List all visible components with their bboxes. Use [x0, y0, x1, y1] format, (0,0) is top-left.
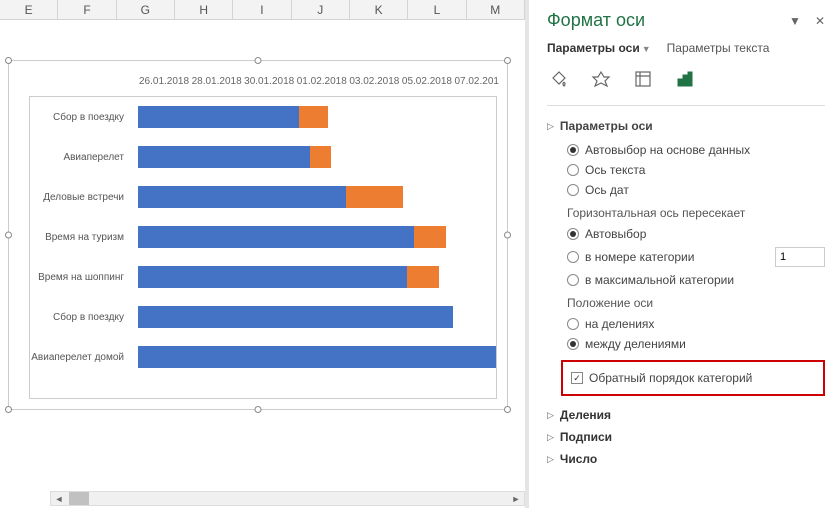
highlight-annotation: ✓ Обратный порядок категорий: [561, 360, 825, 396]
x-tick-label: 30.01.2018: [244, 76, 297, 87]
resize-handle[interactable]: [504, 232, 511, 239]
scroll-left-icon[interactable]: ◄: [51, 492, 67, 505]
chart-bar-row: Время на туризм: [30, 217, 496, 257]
col-header[interactable]: M: [467, 0, 525, 19]
resize-handle[interactable]: [504, 57, 511, 64]
format-axis-pane: Формат оси ▼ ✕ Параметры оси▼ Параметры …: [529, 0, 839, 508]
resize-handle[interactable]: [504, 406, 511, 413]
col-header[interactable]: I: [233, 0, 291, 19]
axis-options-icon[interactable]: [673, 67, 697, 91]
chart-bar-row: Деловые встречи: [30, 177, 496, 217]
category-number-input[interactable]: [775, 247, 825, 267]
tab-text-options[interactable]: Параметры текста: [667, 41, 770, 55]
col-header[interactable]: E: [0, 0, 58, 19]
category-label: Деловые встречи: [30, 192, 130, 203]
scroll-thumb[interactable]: [69, 492, 89, 505]
col-header[interactable]: L: [408, 0, 466, 19]
effects-icon[interactable]: [589, 67, 613, 91]
col-header[interactable]: H: [175, 0, 233, 19]
section-ticks[interactable]: ▷Деления: [547, 404, 825, 426]
category-label: Время на туризм: [30, 232, 130, 243]
x-tick-label: 01.02.2018: [297, 76, 350, 87]
resize-handle[interactable]: [5, 232, 12, 239]
section-number[interactable]: ▷Число: [547, 448, 825, 470]
tab-axis-options[interactable]: Параметры оси▼: [547, 41, 651, 55]
section-labels[interactable]: ▷Подписи: [547, 426, 825, 448]
radio-crosses-auto[interactable]: Автовыбор: [567, 224, 825, 244]
close-icon[interactable]: ✕: [815, 14, 825, 28]
col-header[interactable]: K: [350, 0, 408, 19]
chart-bar-row: Сбор в поездку: [30, 97, 496, 137]
checkbox-reverse-order[interactable]: ✓ Обратный порядок категорий: [571, 368, 815, 388]
radio-pos-between[interactable]: между делениями: [567, 334, 825, 354]
chart-bar-row: Авиаперелет домой: [30, 337, 496, 377]
fill-icon[interactable]: [547, 67, 571, 91]
horizontal-scrollbar[interactable]: ◄ ►: [50, 491, 525, 506]
checkmark-icon: ✓: [571, 372, 583, 384]
radio-crosses-max[interactable]: в максимальной категории: [567, 270, 825, 290]
chart-object[interactable]: 26.01.2018 28.01.2018 30.01.2018 01.02.2…: [8, 60, 508, 410]
x-tick-label: 07.02.201: [454, 76, 507, 87]
category-label: Сбор в поездку: [30, 312, 130, 323]
chart-x-axis[interactable]: 26.01.2018 28.01.2018 30.01.2018 01.02.2…: [139, 76, 507, 87]
scroll-right-icon[interactable]: ►: [508, 492, 524, 505]
section-axis-options[interactable]: ▷ Параметры оси: [547, 116, 825, 136]
pane-title: Формат оси: [547, 10, 645, 31]
pane-toolbar: [547, 67, 825, 97]
category-label: Сбор в поездку: [30, 112, 130, 123]
resize-handle[interactable]: [5, 406, 12, 413]
pane-options-icon[interactable]: ▼: [789, 14, 801, 28]
radio-crosses-category[interactable]: в номере категории: [567, 244, 825, 270]
radio-axis-text[interactable]: Ось текста: [567, 160, 825, 180]
position-label: Положение оси: [567, 296, 825, 310]
column-headers-row: E F G H I J K L M: [0, 0, 525, 20]
crosses-label: Горизонтальная ось пересекает: [567, 206, 825, 220]
expand-icon: ▷: [547, 432, 554, 443]
radio-axis-auto[interactable]: Автовыбор на основе данных: [567, 140, 825, 160]
worksheet-area: E F G H I J K L M 26.01.2018 28.01.2018 …: [0, 0, 525, 508]
resize-handle[interactable]: [5, 57, 12, 64]
x-tick-label: 03.02.2018: [349, 76, 402, 87]
expand-icon: ▷: [547, 121, 554, 132]
size-icon[interactable]: [631, 67, 655, 91]
category-label: Время на шоппинг: [30, 272, 130, 283]
col-header[interactable]: J: [292, 0, 350, 19]
chart-bar-row: Авиаперелет: [30, 137, 496, 177]
expand-icon: ▷: [547, 454, 554, 465]
chart-bar-row: Время на шоппинг: [30, 257, 496, 297]
x-tick-label: 26.01.2018: [139, 76, 192, 87]
radio-pos-on-ticks[interactable]: на делениях: [567, 314, 825, 334]
col-header[interactable]: F: [58, 0, 116, 19]
pane-tabs: Параметры оси▼ Параметры текста: [547, 41, 825, 55]
resize-handle[interactable]: [255, 406, 262, 413]
col-header[interactable]: G: [117, 0, 175, 19]
expand-icon: ▷: [547, 410, 554, 421]
section-label: Параметры оси: [560, 119, 653, 133]
category-label: Авиаперелет домой: [30, 352, 130, 363]
chart-bar-row: Сбор в поездку: [30, 297, 496, 337]
category-label: Авиаперелет: [30, 152, 130, 163]
radio-axis-date[interactable]: Ось дат: [567, 180, 825, 200]
x-tick-label: 28.01.2018: [192, 76, 245, 87]
resize-handle[interactable]: [255, 57, 262, 64]
x-tick-label: 05.02.2018: [402, 76, 455, 87]
chart-plot-area[interactable]: Сбор в поездку Авиаперелет Деловые встре…: [29, 96, 497, 399]
